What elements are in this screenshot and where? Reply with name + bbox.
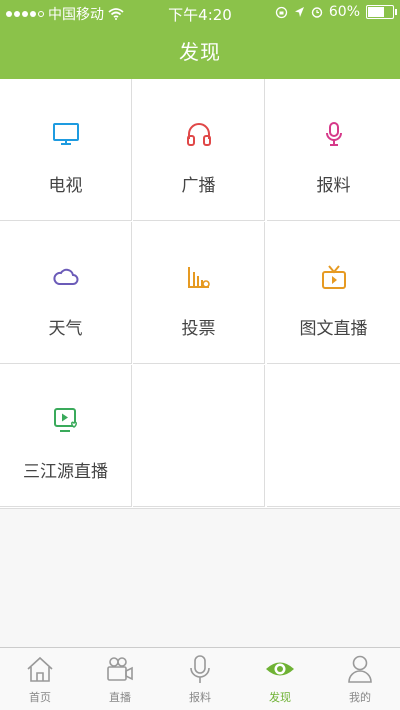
eye-icon (266, 662, 294, 676)
grid-item-vote[interactable]: 投票 (133, 222, 265, 364)
video-camera-icon (107, 657, 133, 681)
status-right: 60% (275, 4, 397, 20)
tab-profile[interactable]: 我的 (320, 648, 400, 710)
status-bar: 中国移动 下午4:20 60% (0, 0, 400, 26)
cloud-icon (52, 268, 78, 285)
grid-item-label: 电视 (48, 176, 83, 196)
page-title: 发现 (179, 40, 221, 64)
grid-item-photo-live[interactable]: 图文直播 (267, 222, 400, 364)
retro-tv-icon (321, 265, 346, 289)
tab-bar: 首页 直播 报料 发现 我的 (0, 647, 400, 710)
grid-empty-cell (267, 365, 400, 507)
bar-chart-icon (187, 267, 210, 288)
microphone-icon (190, 655, 210, 683)
grid-item-report[interactable]: 报料 (267, 79, 400, 221)
grid-item-label: 图文直播 (299, 319, 368, 339)
home-icon (27, 656, 53, 682)
grid-item-label: 报料 (316, 176, 351, 196)
grid-item-label: 广播 (181, 176, 216, 196)
tab-live[interactable]: 直播 (80, 648, 160, 710)
tab-label: 报料 (189, 691, 211, 704)
grid-item-radio[interactable]: 广播 (133, 79, 265, 221)
discover-grid: 电视 广播 报料 天气 投票 图文直播 三江源直播 (0, 79, 400, 509)
tab-report[interactable]: 报料 (160, 648, 240, 710)
video-play-icon (53, 408, 77, 432)
rotation-lock-icon (275, 6, 288, 18)
tab-label: 我的 (349, 691, 371, 704)
user-icon (348, 655, 372, 683)
grid-item-weather[interactable]: 天气 (0, 222, 132, 364)
grid-item-label: 三江源直播 (23, 462, 108, 482)
grid-empty-cell (133, 365, 265, 507)
grid-item-label: 天气 (48, 319, 83, 339)
tab-label: 首页 (29, 691, 51, 704)
battery-percent: 60% (328, 4, 360, 20)
tv-icon (52, 123, 79, 145)
grid-item-tv[interactable]: 电视 (0, 79, 132, 221)
tab-home[interactable]: 首页 (0, 648, 80, 710)
battery-icon (366, 5, 397, 19)
grid-item-label: 投票 (181, 319, 216, 339)
microphone-icon (325, 122, 342, 146)
header: 中国移动 下午4:20 60% 发现 (0, 0, 400, 79)
tab-discover[interactable]: 发现 (240, 648, 320, 710)
headphones-icon (186, 123, 211, 146)
tab-label: 直播 (109, 691, 131, 704)
grid-item-sanjiangyuan-live[interactable]: 三江源直播 (0, 365, 132, 507)
alarm-icon (311, 7, 323, 18)
location-icon (294, 7, 304, 17)
tab-label: 发现 (269, 691, 291, 704)
